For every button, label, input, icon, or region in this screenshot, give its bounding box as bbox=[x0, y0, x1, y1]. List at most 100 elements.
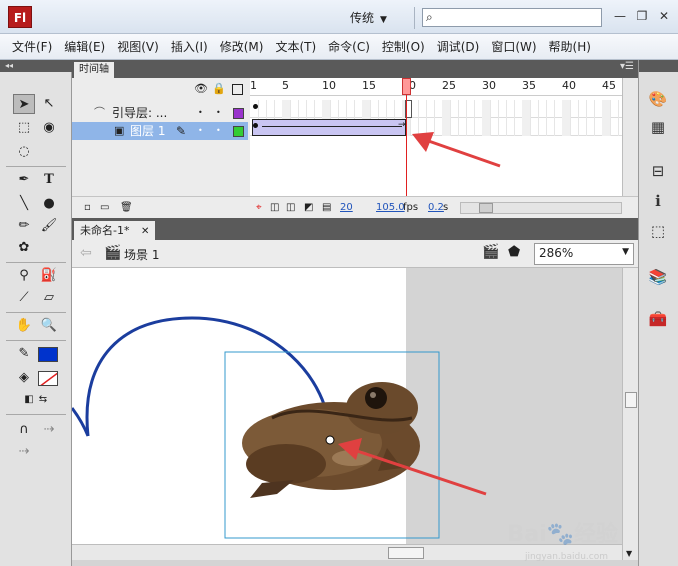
frame-cell[interactable] bbox=[602, 100, 610, 118]
frame-cell[interactable] bbox=[442, 100, 450, 118]
tab-timeline[interactable]: 时间轴 bbox=[74, 62, 114, 78]
color-panel-icon[interactable]: 🎨 bbox=[647, 88, 669, 110]
scroll-thumb[interactable] bbox=[388, 547, 424, 559]
new-layer-icon[interactable]: ▫ bbox=[84, 197, 91, 219]
current-frame[interactable]: 20 bbox=[340, 197, 353, 219]
frame-ruler[interactable]: 151015202530354045 bbox=[250, 78, 622, 96]
menu-file[interactable]: 文件(F) bbox=[8, 38, 60, 55]
close-icon[interactable]: ✕ bbox=[141, 226, 149, 237]
timeline-vertical-scrollbar[interactable] bbox=[622, 78, 638, 196]
eyedropper-tool[interactable]: ⟋ bbox=[13, 288, 35, 308]
frame-row-guide[interactable] bbox=[250, 100, 622, 118]
edit-scene-icon[interactable]: 🎬 bbox=[482, 244, 499, 260]
motion-tween-span[interactable] bbox=[252, 119, 406, 136]
show-hide-all-icon[interactable]: 👁 bbox=[194, 82, 208, 95]
eraser-tool[interactable]: ▱ bbox=[38, 288, 60, 308]
visibility-dot[interactable]: • bbox=[198, 104, 203, 122]
new-folder-icon[interactable]: ▭ bbox=[100, 197, 109, 219]
lock-all-icon[interactable]: 🔒 bbox=[212, 82, 226, 95]
layer-outline-color[interactable] bbox=[233, 126, 244, 137]
transform-icon[interactable]: ⬚ bbox=[647, 220, 669, 242]
free-transform-tool[interactable]: ⬚ bbox=[13, 118, 35, 138]
menu-window[interactable]: 窗口(W) bbox=[487, 38, 544, 55]
text-tool[interactable]: T bbox=[38, 170, 60, 190]
frame-cell[interactable] bbox=[322, 100, 330, 118]
onion-skin-outlines-icon[interactable]: ◫ bbox=[286, 197, 295, 219]
info-icon[interactable]: ℹ bbox=[647, 190, 669, 212]
elapsed-time[interactable]: 0.2 bbox=[428, 197, 444, 219]
registration-point[interactable] bbox=[325, 435, 335, 445]
workspace-switcher[interactable]: 传统 ▼ bbox=[350, 8, 387, 28]
menu-help[interactable]: 帮助(H) bbox=[545, 38, 599, 55]
close-button[interactable]: ✕ bbox=[656, 8, 672, 24]
stroke-color-swatch[interactable] bbox=[38, 347, 58, 362]
delete-layer-icon[interactable]: 🗑 bbox=[120, 197, 133, 219]
deco-tool[interactable]: ✿ bbox=[13, 238, 35, 258]
onion-skin-icon[interactable]: ◫ bbox=[270, 197, 279, 219]
menu-modify[interactable]: 修改(M) bbox=[216, 38, 272, 55]
layer-row-guide[interactable]: ⌒ 引导层: ... • • bbox=[72, 104, 248, 122]
swatches-icon[interactable]: ▦ bbox=[647, 116, 669, 138]
edit-symbols-icon[interactable]: ⬟ bbox=[508, 244, 520, 260]
fill-color-swatch[interactable] bbox=[38, 371, 58, 386]
frame-cell[interactable] bbox=[282, 100, 290, 118]
smooth-icon[interactable]: ⇢ bbox=[38, 420, 60, 440]
bone-tool[interactable]: ⚲ bbox=[13, 266, 35, 286]
menu-control[interactable]: 控制(O) bbox=[378, 38, 433, 55]
snap-to-objects-icon[interactable]: ∩ bbox=[13, 420, 35, 440]
playhead-marker[interactable] bbox=[402, 78, 411, 95]
paint-bucket-tool[interactable]: ⛽ bbox=[38, 266, 60, 286]
zoom-tool[interactable]: 🔍 bbox=[38, 316, 60, 336]
frame-cell[interactable] bbox=[562, 118, 570, 136]
menu-view[interactable]: 视图(V) bbox=[113, 38, 167, 55]
scroll-down-icon[interactable]: ▼ bbox=[626, 549, 632, 558]
layer-outline-color[interactable] bbox=[233, 108, 244, 119]
pen-tool[interactable]: ✒ bbox=[13, 170, 35, 190]
align-icon[interactable]: ⊟ bbox=[647, 160, 669, 182]
lasso-tool[interactable]: ◌ bbox=[13, 142, 35, 162]
search-input[interactable]: ⌕ bbox=[422, 8, 602, 27]
keyframe-start[interactable] bbox=[253, 123, 258, 128]
layer-row-1[interactable]: ▣ 图层 1 ✎ • • bbox=[72, 122, 248, 140]
swap-colors-icon[interactable]: ⇆ bbox=[32, 390, 54, 410]
center-frame-icon[interactable]: ⌖ bbox=[256, 197, 262, 219]
lock-dot[interactable]: • bbox=[216, 122, 221, 140]
menu-debug[interactable]: 调试(D) bbox=[433, 38, 488, 55]
scene-name[interactable]: 场景 1 bbox=[124, 246, 159, 263]
minimize-button[interactable]: — bbox=[612, 8, 628, 24]
stage-vertical-scrollbar[interactable]: ▼ bbox=[622, 268, 638, 560]
frame-cell[interactable] bbox=[562, 100, 570, 118]
panel-menu-icon[interactable]: ▾☰ bbox=[620, 61, 634, 72]
tools-panel-header[interactable]: ◂◂ bbox=[0, 60, 72, 72]
brush-tool[interactable]: 🖌 bbox=[38, 216, 60, 236]
oval-tool[interactable]: ● bbox=[38, 194, 60, 214]
library-icon[interactable]: 📚 bbox=[647, 266, 669, 288]
lock-dot[interactable]: • bbox=[216, 104, 221, 122]
frame-rate[interactable]: 105.0 bbox=[376, 197, 405, 219]
menu-text[interactable]: 文本(T) bbox=[271, 38, 324, 55]
back-arrow-icon[interactable]: ⇦ bbox=[80, 245, 92, 261]
frame-cell[interactable] bbox=[482, 100, 490, 118]
subselection-tool[interactable]: ↖ bbox=[38, 94, 60, 114]
components-icon[interactable]: 🧰 bbox=[647, 308, 669, 330]
menu-commands[interactable]: 命令(C) bbox=[324, 38, 378, 55]
outline-all-icon[interactable] bbox=[232, 84, 243, 95]
modify-markers-icon[interactable]: ▤ bbox=[322, 197, 331, 219]
hand-tool[interactable]: ✋ bbox=[13, 316, 35, 336]
right-panel-header[interactable] bbox=[639, 60, 678, 72]
3d-rotation-tool[interactable]: ◉ bbox=[38, 118, 60, 138]
edit-multiple-frames-icon[interactable]: ◩ bbox=[304, 197, 313, 219]
zoom-select[interactable]: 286% ▼ bbox=[534, 243, 634, 265]
menu-insert[interactable]: 插入(I) bbox=[167, 38, 216, 55]
scroll-thumb[interactable] bbox=[625, 392, 637, 408]
frame-cell[interactable] bbox=[522, 100, 530, 118]
straighten-icon[interactable]: ⇢ bbox=[13, 442, 35, 462]
line-tool[interactable]: ╲ bbox=[13, 194, 35, 214]
menu-edit[interactable]: 编辑(E) bbox=[60, 38, 113, 55]
pencil-tool[interactable]: ✏ bbox=[13, 216, 35, 236]
restore-button[interactable]: ❐ bbox=[634, 8, 650, 24]
tab-document[interactable]: 未命名-1* ✕ bbox=[74, 221, 156, 240]
frame-cell[interactable] bbox=[362, 100, 370, 118]
timeline-horizontal-scrollbar[interactable] bbox=[460, 202, 622, 214]
visibility-dot[interactable]: • bbox=[198, 122, 203, 140]
